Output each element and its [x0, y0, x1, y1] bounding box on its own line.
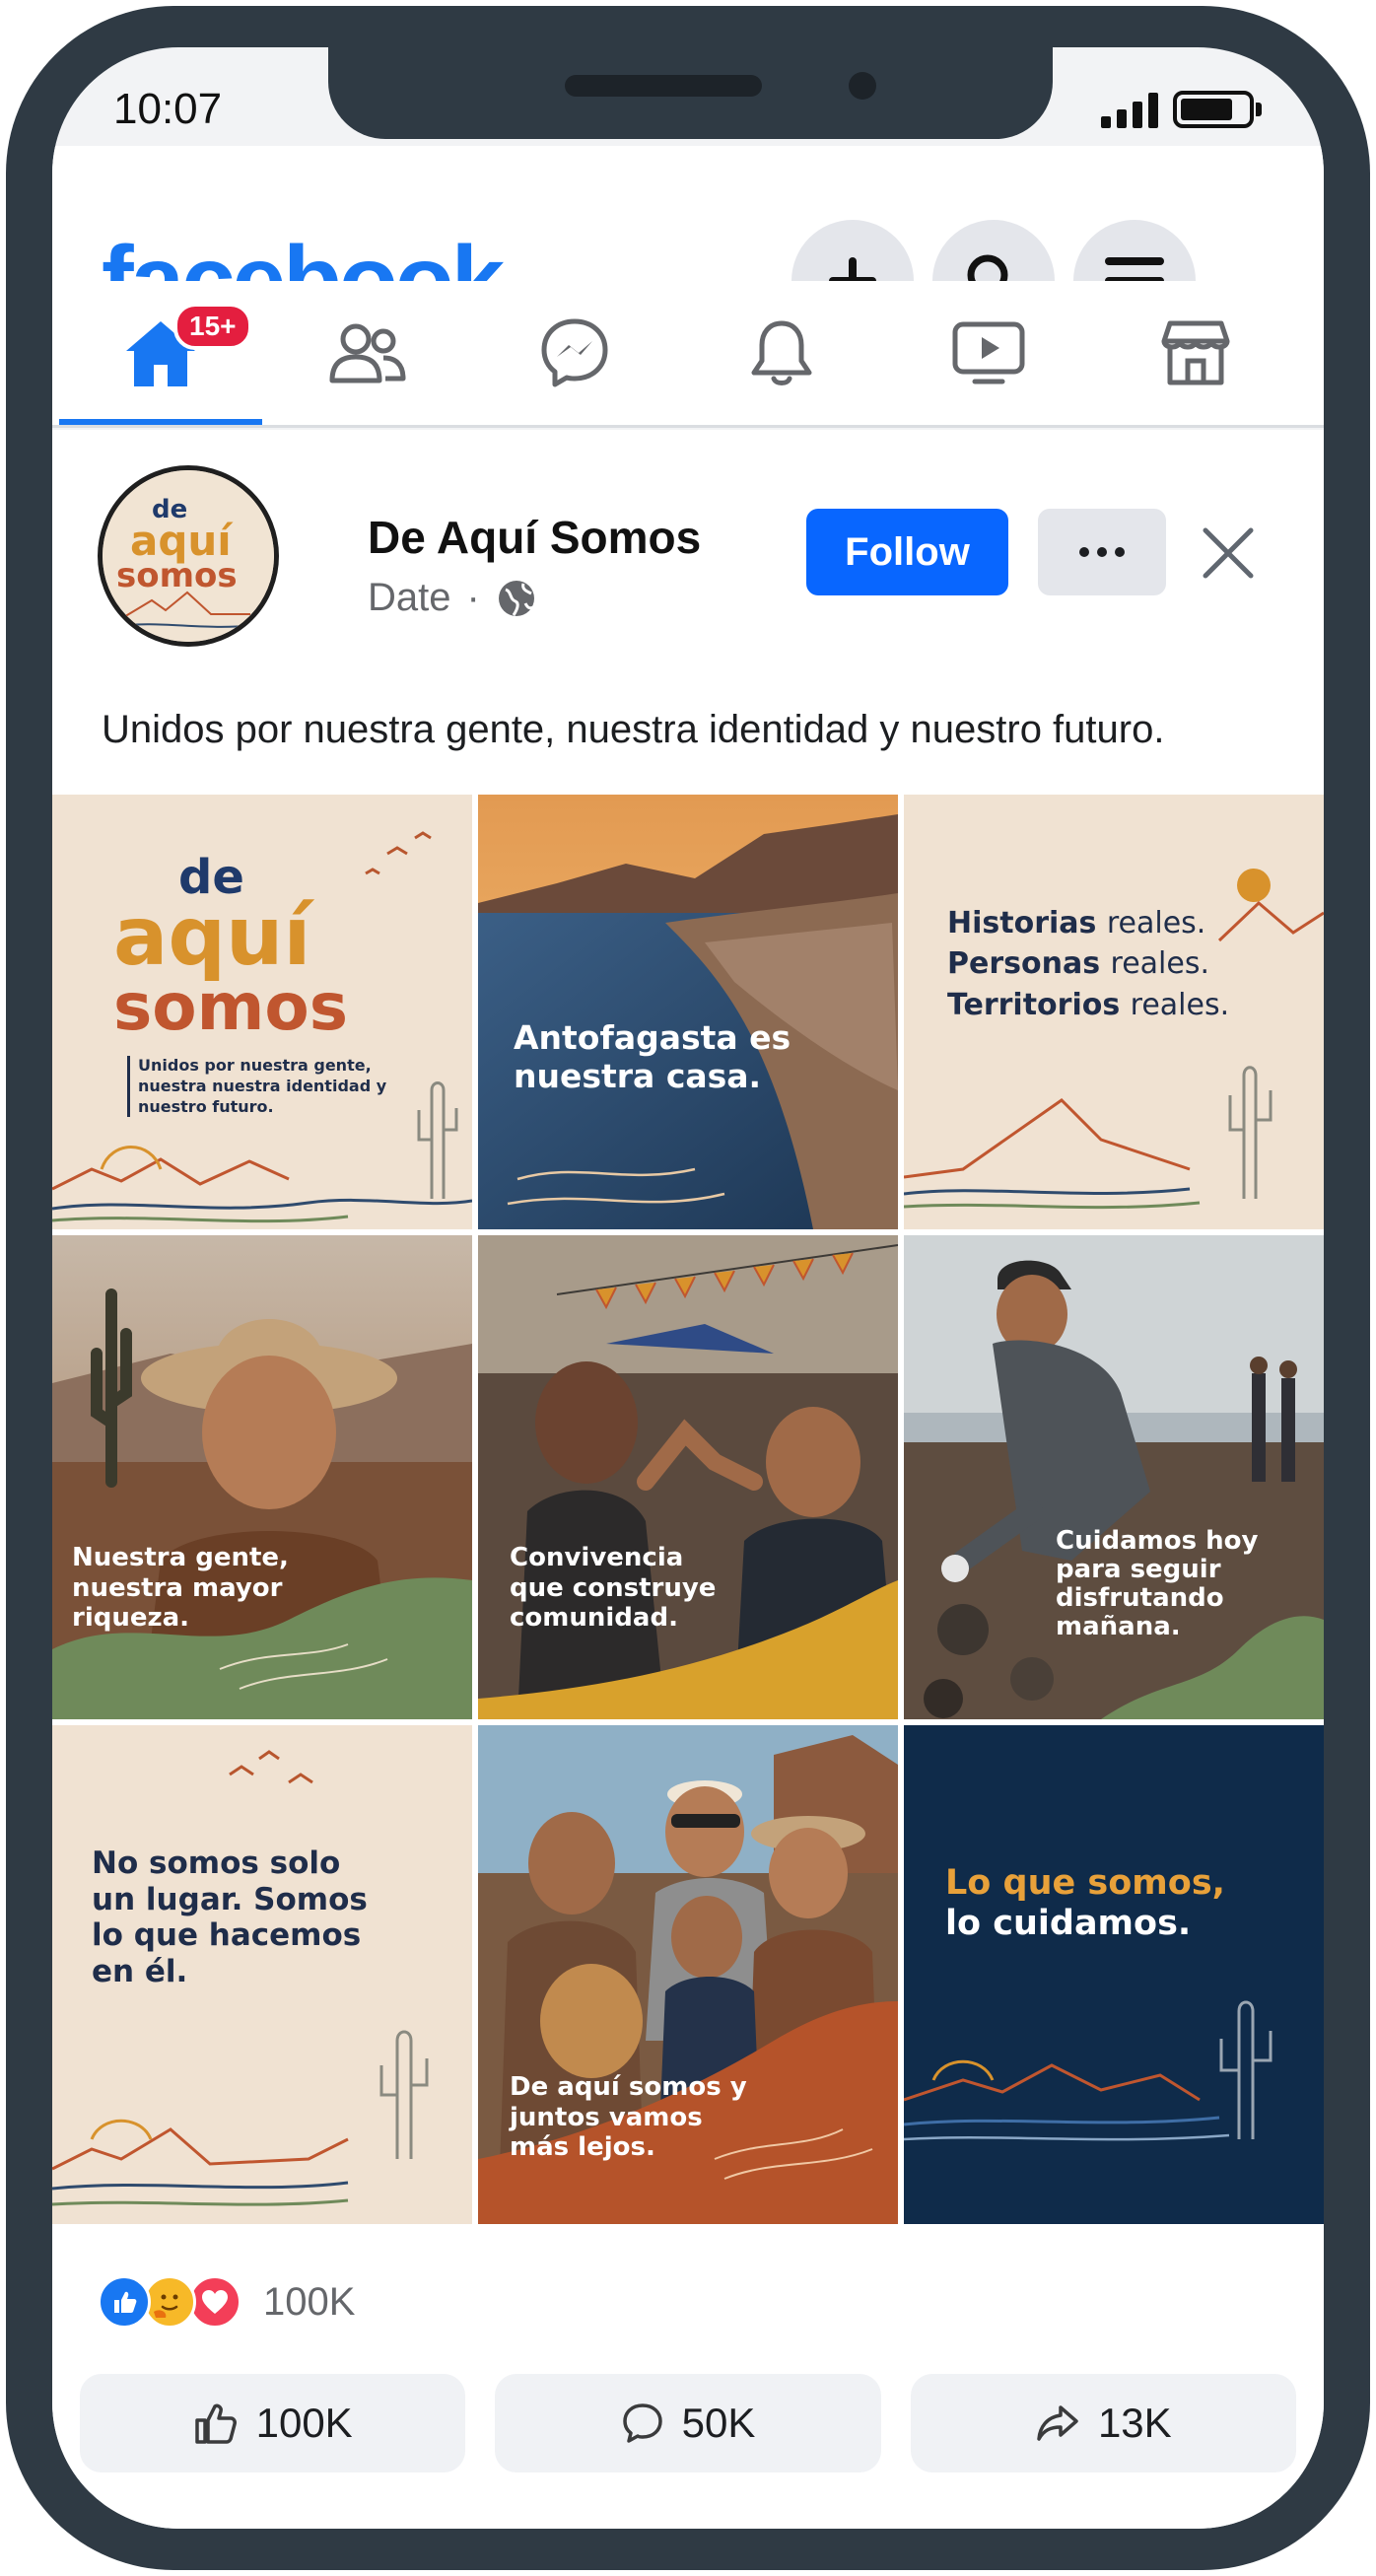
grid-tile-logo[interactable]: de aquí somos Unidos por nuestra gente, …: [52, 795, 472, 1229]
de-aqui-somos-logo: de aquí somos: [103, 470, 274, 642]
love-icon: [188, 2275, 241, 2329]
close-icon: [1203, 527, 1254, 579]
tile-photo-community: [478, 1235, 898, 1719]
grid-tile-cuidamos[interactable]: Cuidamos hoy para seguir disfrutando mañ…: [904, 1235, 1324, 1719]
grid-tile-lo-que-somos[interactable]: Lo que somos, lo cuidamos.: [904, 1725, 1324, 2224]
svg-text:somos: somos: [113, 969, 348, 1045]
post-date[interactable]: Date: [368, 576, 451, 620]
status-time: 10:07: [113, 85, 223, 133]
grid-tile-no-somos[interactable]: No somos solo un lugar. Somos lo que hac…: [52, 1725, 472, 2224]
messenger-icon: [541, 318, 608, 387]
speaker-grille: [565, 75, 762, 97]
notification-badge: 15+: [173, 303, 252, 350]
page-avatar[interactable]: de aquí somos: [98, 465, 279, 647]
tile-background: [904, 1725, 1324, 2224]
tile-text: No somos solo un lugar. Somos lo que hac…: [92, 1845, 368, 1989]
marketplace-icon: [1161, 320, 1230, 385]
follow-button[interactable]: Follow: [806, 509, 1008, 595]
meta-separator: ·: [466, 576, 480, 619]
globe-icon: [498, 580, 534, 616]
post-meta: Date ·: [368, 576, 537, 620]
more-options-button[interactable]: [1038, 509, 1166, 595]
comment-count: 50K: [681, 2400, 756, 2446]
tile-text: Historias reales. Personas reales. Terri…: [947, 903, 1312, 1025]
tile-photo-woman-desert: [52, 1235, 472, 1719]
tile-text: Cuidamos hoy para seguir disfrutando mañ…: [1056, 1526, 1259, 1642]
post-actions: 100K 50K 13K: [80, 2374, 1296, 2472]
care-icon: [143, 2275, 196, 2329]
comment-icon: [622, 2403, 662, 2443]
tab-marketplace[interactable]: [1092, 281, 1299, 425]
grid-tile-antofagasta[interactable]: Antofagasta es nuestra casa.: [478, 795, 898, 1229]
phone-notch: [328, 47, 1053, 139]
like-icon: [98, 2275, 151, 2329]
tile-line-accent: Lo que somos,: [945, 1863, 1225, 1903]
signal-icon: [1101, 93, 1158, 128]
reaction-count: 100K: [263, 2279, 356, 2324]
tile-line: Territorios reales.: [947, 987, 1230, 1022]
bell-icon: [751, 320, 812, 385]
hide-post-button[interactable]: [1196, 521, 1261, 586]
friends-icon: [329, 323, 406, 383]
reaction-summary[interactable]: 100K: [98, 2275, 355, 2329]
post-caption: Unidos por nuestra gente, nuestra identi…: [102, 708, 1165, 751]
share-button[interactable]: 13K: [910, 2374, 1296, 2472]
battery-icon: [1173, 91, 1262, 128]
tab-notifications[interactable]: [678, 281, 885, 425]
phone-frame: 10:07 facebook 15+ de aquí somos De Aquí…: [6, 6, 1370, 2570]
like-count: 100K: [255, 2400, 353, 2446]
tile-text: De aquí somos y juntos vamos más lejos.: [510, 2072, 747, 2163]
tile-line: Personas reales.: [947, 946, 1209, 982]
tile-text: Antofagasta es nuestra casa.: [514, 1018, 791, 1095]
more-icon: [1079, 547, 1125, 557]
grid-tile-nuestra-gente[interactable]: Nuestra gente, nuestra mayor riqueza.: [52, 1235, 472, 1719]
post-image-grid[interactable]: de aquí somos Unidos por nuestra gente, …: [52, 795, 1324, 2224]
tile-line: lo cuidamos.: [945, 1904, 1192, 1944]
tile-tagline: Unidos por nuestra gente, nuestra nuestr…: [127, 1056, 423, 1118]
tab-friends[interactable]: [264, 281, 471, 425]
share-icon: [1037, 2405, 1078, 2441]
tab-video[interactable]: [885, 281, 1092, 425]
tab-bar: 15+: [52, 281, 1324, 428]
page-name[interactable]: De Aquí Somos: [368, 511, 701, 564]
tab-messenger[interactable]: [471, 281, 678, 425]
comment-button[interactable]: 50K: [495, 2374, 881, 2472]
grid-tile-historias[interactable]: Historias reales. Personas reales. Terri…: [904, 795, 1324, 1229]
tile-text: Lo que somos, lo cuidamos.: [945, 1863, 1310, 1945]
tile-text: Convivencia que construye comunidad.: [510, 1543, 717, 1634]
tile-text: Nuestra gente, nuestra mayor riqueza.: [72, 1543, 289, 1634]
tile-line: Historias reales.: [947, 906, 1206, 940]
feed-post: de aquí somos De Aquí Somos Date · Follo…: [52, 430, 1324, 2529]
tile-photo-coastline: [478, 795, 898, 1229]
svg-text:somos: somos: [116, 556, 238, 595]
front-camera: [849, 72, 876, 100]
tab-home[interactable]: 15+: [57, 281, 264, 425]
de-aqui-somos-logo: de aquí somos: [113, 850, 348, 1045]
grid-tile-familia[interactable]: De aquí somos y juntos vamos más lejos.: [478, 1725, 898, 2224]
grid-tile-convivencia[interactable]: Convivencia que construye comunidad.: [478, 1235, 898, 1719]
phone-screen: 10:07 facebook 15+ de aquí somos De Aquí…: [52, 47, 1324, 2529]
tile-photo-beach-cleanup: [904, 1235, 1324, 1719]
thumbs-up-icon: [194, 2403, 237, 2444]
video-icon: [952, 321, 1025, 384]
share-count: 13K: [1097, 2400, 1172, 2446]
like-button[interactable]: 100K: [80, 2374, 466, 2472]
